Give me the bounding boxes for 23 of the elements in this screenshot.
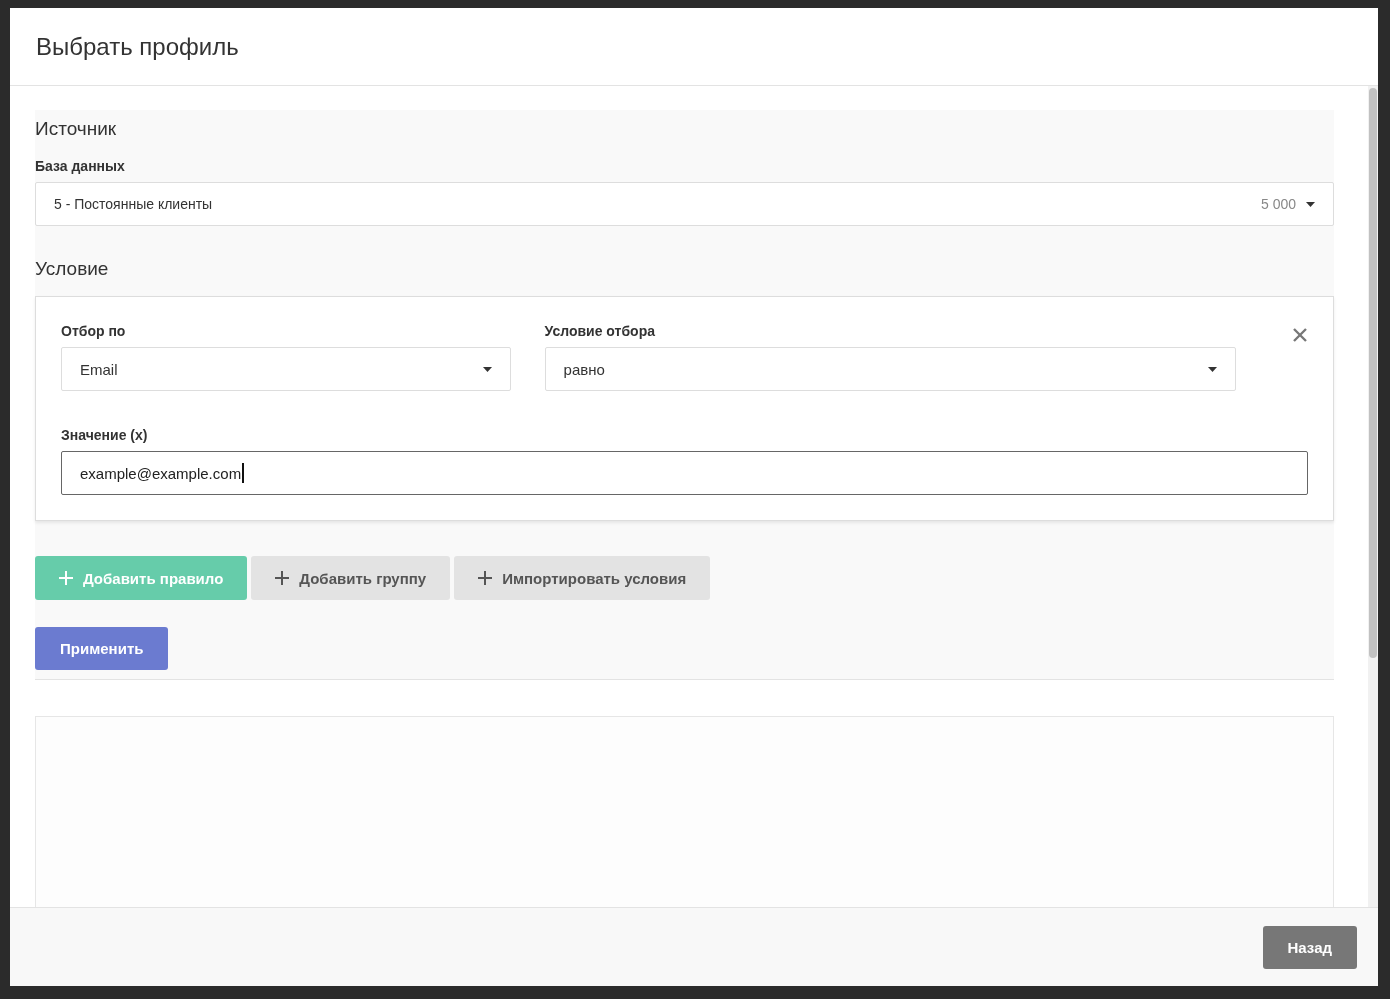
add-button[interactable]: Добавить группу (251, 556, 451, 600)
section-heading: Условие (35, 258, 110, 280)
field-select[interactable]: Email (61, 347, 511, 391)
database-select[interactable]: 5 - Постоянные клиенты 5 000 (35, 182, 1334, 226)
apply-button[interactable]: Применить (35, 627, 169, 670)
scrollbar[interactable] (1368, 86, 1378, 907)
operator-select[interactable]: равно (544, 347, 1236, 391)
caret-icon (1208, 366, 1217, 372)
plus-icon (275, 571, 290, 585)
value-input[interactable]: example@example.com (61, 451, 1308, 495)
field-label: Значение (x) (61, 427, 149, 443)
dialog-title: Выбрать профиль (36, 32, 239, 61)
caret-icon (482, 366, 492, 372)
field-label: Условие отбора (544, 323, 656, 339)
field-label: Отбор по (61, 323, 127, 339)
section-heading: Источник (35, 118, 118, 140)
plus-icon (59, 571, 73, 585)
close-icon[interactable] (1292, 327, 1308, 343)
caret-icon (1306, 201, 1315, 207)
add-button[interactable]: Импортировать условия (454, 556, 711, 600)
back-button[interactable]: Назад (1262, 925, 1357, 969)
plus-icon (478, 571, 493, 585)
field-label: База данных (35, 158, 126, 174)
